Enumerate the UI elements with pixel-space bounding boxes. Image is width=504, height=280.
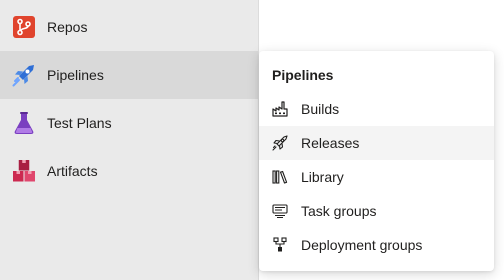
- flyout-item-label: Library: [301, 169, 344, 185]
- sidebar: Repos Pipelines Test Plans Artifacts: [0, 0, 259, 280]
- flyout-item-label: Builds: [301, 101, 340, 117]
- flyout-item-deployment-groups[interactable]: Deployment groups: [259, 228, 494, 262]
- flyout-item-task-groups[interactable]: Task groups: [259, 194, 494, 228]
- flyout-item-label: Task groups: [301, 203, 377, 219]
- sidebar-item-label: Artifacts: [47, 163, 98, 179]
- repos-icon: [13, 16, 35, 38]
- rocket-icon: [272, 135, 288, 151]
- flyout-item-label: Releases: [301, 135, 360, 151]
- artifacts-icon: [13, 160, 35, 182]
- sidebar-item-label: Repos: [47, 19, 88, 35]
- flyout-item-library[interactable]: Library: [259, 160, 494, 194]
- pipelines-flyout-menu: Pipelines Builds Releases Library Task g…: [259, 51, 494, 271]
- pipelines-icon: [12, 65, 34, 87]
- task-groups-icon: [272, 204, 288, 219]
- flyout-title: Pipelines: [272, 67, 334, 83]
- sidebar-item-label: Test Plans: [47, 115, 112, 131]
- library-icon: [272, 170, 288, 184]
- flyout-item-builds[interactable]: Builds: [259, 92, 494, 126]
- sidebar-item-repos[interactable]: Repos: [0, 3, 258, 51]
- sidebar-item-pipelines[interactable]: Pipelines: [0, 51, 258, 99]
- sidebar-item-test-plans[interactable]: Test Plans: [0, 99, 258, 147]
- flyout-item-label: Deployment groups: [301, 237, 423, 253]
- sidebar-item-artifacts[interactable]: Artifacts: [0, 147, 258, 195]
- deployment-groups-icon: [273, 237, 287, 252]
- builds-icon: [272, 101, 288, 117]
- flyout-item-releases[interactable]: Releases: [259, 126, 494, 160]
- test-plans-icon: [14, 112, 34, 134]
- sidebar-item-label: Pipelines: [47, 67, 104, 83]
